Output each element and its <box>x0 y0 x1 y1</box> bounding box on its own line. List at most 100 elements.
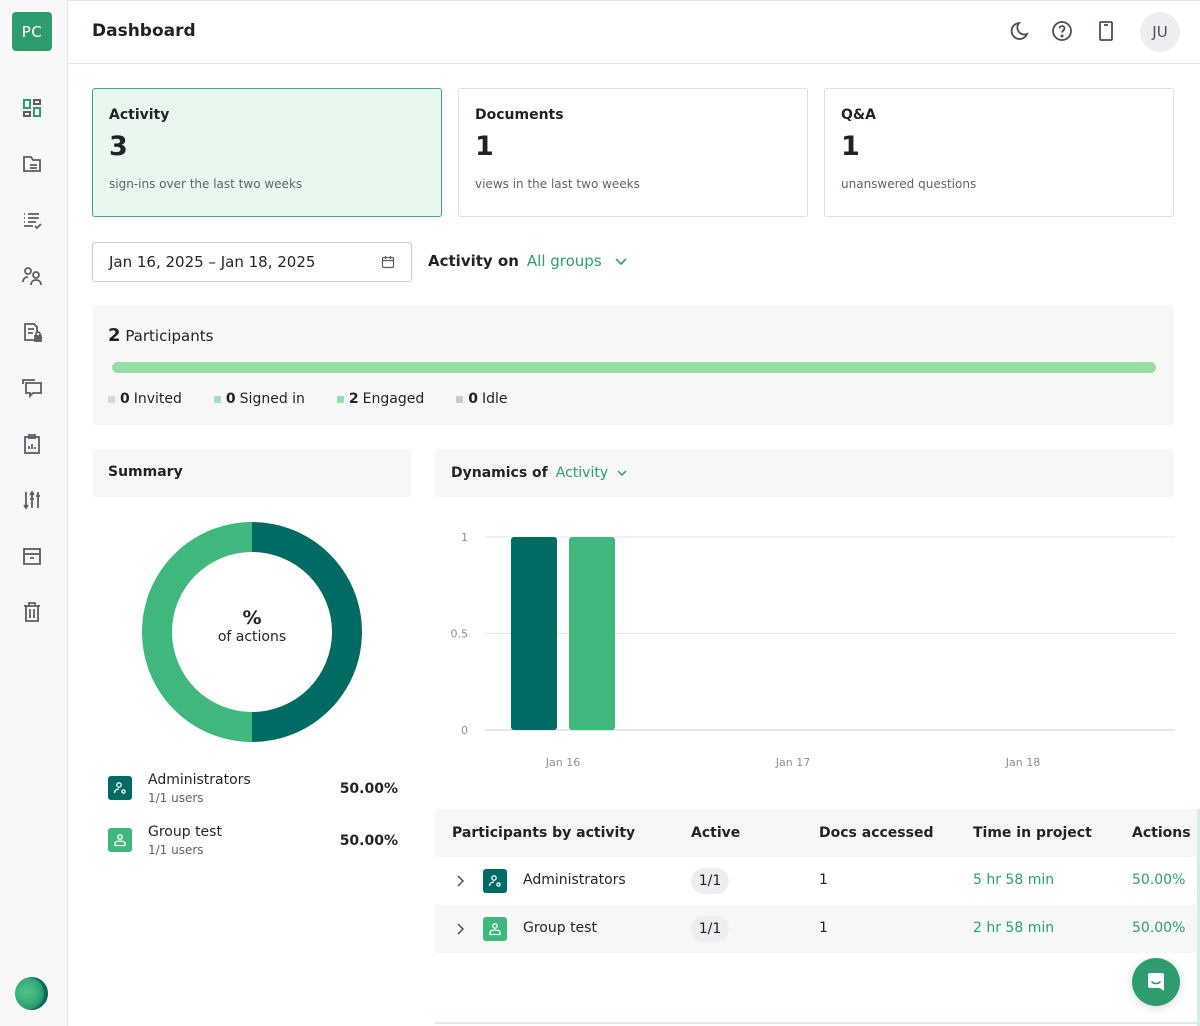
card-title: Activity <box>109 107 170 123</box>
legend-signed-in: 0 Signed in <box>213 391 305 407</box>
chat-bubble-icon <box>1148 973 1164 991</box>
dashboard-icon <box>23 99 41 117</box>
page-title: Dashboard <box>92 21 196 41</box>
card-subtitle: sign-ins over the last two weeks <box>109 177 303 191</box>
chevron-down-icon[interactable] <box>614 254 628 268</box>
card-value: 1 <box>841 131 860 162</box>
admin-group-icon <box>108 776 132 800</box>
dynamics-header: Dynamics of Activity <box>435 449 1174 497</box>
sidebar-item-participants[interactable] <box>18 262 46 290</box>
card-value: 1 <box>475 131 494 162</box>
row-name: Administrators <box>523 872 626 888</box>
bar-administrators-jan-16 <box>511 537 557 730</box>
activity-on-label: Activity on <box>428 252 519 270</box>
calendar-icon <box>381 256 395 269</box>
date-range-picker[interactable]: Jan 16, 2025 – Jan 18, 2025 <box>92 242 412 282</box>
sidebar-item-archive[interactable] <box>18 542 46 570</box>
user-group-icon <box>108 828 132 852</box>
dark-mode-button[interactable] <box>1006 19 1030 43</box>
participants-table: Participants by activity Active Docs acc… <box>435 809 1200 953</box>
legend-invited: 0 Invited <box>108 391 182 407</box>
brand-logo <box>15 977 48 1010</box>
column-header-active[interactable]: Active <box>691 825 740 841</box>
activity-group-filter: Activity on All groups <box>428 252 628 270</box>
table-row[interactable]: Group test 1/1 1 2 hr 58 min 50.00% <box>435 905 1200 953</box>
archive-icon <box>23 548 41 565</box>
chevron-down-icon[interactable] <box>616 467 628 479</box>
activity-bar-chart: 0 0.5 1 Jan 16 Jan 17 Jan 18 <box>451 531 1175 769</box>
table-bottom-border <box>435 1022 1200 1026</box>
expand-chevron-icon[interactable] <box>453 874 467 888</box>
participants-progress-bar <box>112 362 1156 373</box>
docs-accessed: 1 <box>819 920 828 936</box>
donut-center-label: % of actions <box>217 607 287 645</box>
chat-icon <box>22 379 42 399</box>
column-header-docs[interactable]: Docs accessed <box>819 825 933 841</box>
summary-row-administrators: Administrators 1/1 users 50.00% <box>108 772 398 812</box>
card-title: Q&A <box>841 107 876 123</box>
actions-pct: 50.00% <box>1132 920 1186 936</box>
participants-legend: 0 Invited 0 Signed in 2 Engaged 0 Idle <box>108 391 540 407</box>
checklist-icon <box>24 213 42 230</box>
sidebar-item-documents[interactable] <box>18 150 46 178</box>
participants-count: 2 Participants <box>108 325 214 346</box>
table-row[interactable]: Administrators 1/1 1 5 hr 58 min 50.00% <box>435 857 1200 905</box>
top-bar: Dashboard <box>68 0 1200 64</box>
users-icon <box>22 267 42 286</box>
docs-accessed: 1 <box>819 872 828 888</box>
sliders-icon <box>23 490 40 510</box>
sidebar-item-permissions[interactable] <box>18 318 46 346</box>
y-tick-label: 0 <box>461 724 468 737</box>
locked-document-icon <box>24 323 42 342</box>
support-chat-button[interactable] <box>1132 958 1180 1006</box>
activity-card[interactable]: Activity 3 sign-ins over the last two we… <box>92 88 442 217</box>
user-avatar[interactable]: JU <box>1140 12 1180 52</box>
x-tick-label: Jan 18 <box>1005 756 1040 769</box>
user-group-icon <box>483 917 507 941</box>
card-title: Documents <box>475 107 564 123</box>
y-tick-label: 1 <box>461 531 468 544</box>
summary-header: Summary <box>92 449 412 497</box>
table-header: Participants by activity Active Docs acc… <box>435 809 1200 857</box>
help-icon <box>1052 21 1072 41</box>
moon-icon <box>1010 21 1029 40</box>
admin-group-icon <box>483 869 507 893</box>
sidebar: PC <box>0 0 68 1026</box>
row-name: Group test <box>523 920 597 936</box>
folder-icon <box>23 156 41 172</box>
sidebar-item-qa[interactable] <box>18 374 46 402</box>
active-badge: 1/1 <box>691 868 729 894</box>
date-range-value: Jan 16, 2025 – Jan 18, 2025 <box>109 253 316 271</box>
y-tick-label: 0.5 <box>451 628 469 641</box>
help-button[interactable] <box>1050 19 1074 43</box>
card-subtitle: views in the last two weeks <box>475 177 640 191</box>
bar-group-test-jan-16 <box>569 537 615 730</box>
sidebar-item-reports[interactable] <box>18 430 46 458</box>
sidebar-item-dashboard[interactable] <box>18 94 46 122</box>
qa-card[interactable]: Q&A 1 unanswered questions <box>824 88 1174 217</box>
dynamics-metric-dropdown[interactable]: Activity <box>556 465 608 481</box>
column-header-participants[interactable]: Participants by activity <box>452 825 635 841</box>
device-icon <box>1099 21 1113 41</box>
project-logo[interactable]: PC <box>12 12 52 51</box>
card-subtitle: unanswered questions <box>841 177 977 191</box>
sidebar-item-tasks[interactable] <box>18 206 46 234</box>
time-in-project: 5 hr 58 min <box>973 872 1055 888</box>
sidebar-item-settings[interactable] <box>18 486 46 514</box>
summary-row-group-test: Group test 1/1 users 50.00% <box>108 824 398 864</box>
time-in-project: 2 hr 58 min <box>973 920 1055 936</box>
x-tick-label: Jan 16 <box>545 756 580 769</box>
expand-chevron-icon[interactable] <box>453 922 467 936</box>
actions-pct: 50.00% <box>1132 872 1186 888</box>
column-header-time[interactable]: Time in project <box>973 825 1092 841</box>
participants-panel: 2 Participants 0 Invited 0 Signed in 2 Enga… <box>92 305 1174 425</box>
device-button[interactable] <box>1094 19 1118 43</box>
documents-card[interactable]: Documents 1 views in the last two weeks <box>458 88 808 217</box>
column-header-actions[interactable]: Actions <box>1132 825 1191 841</box>
report-icon <box>24 434 40 454</box>
legend-engaged: 2 Engaged <box>336 391 424 407</box>
active-badge: 1/1 <box>691 916 729 942</box>
sidebar-item-trash[interactable] <box>18 598 46 626</box>
card-value: 3 <box>109 131 128 162</box>
group-filter-dropdown[interactable]: All groups <box>527 252 602 270</box>
